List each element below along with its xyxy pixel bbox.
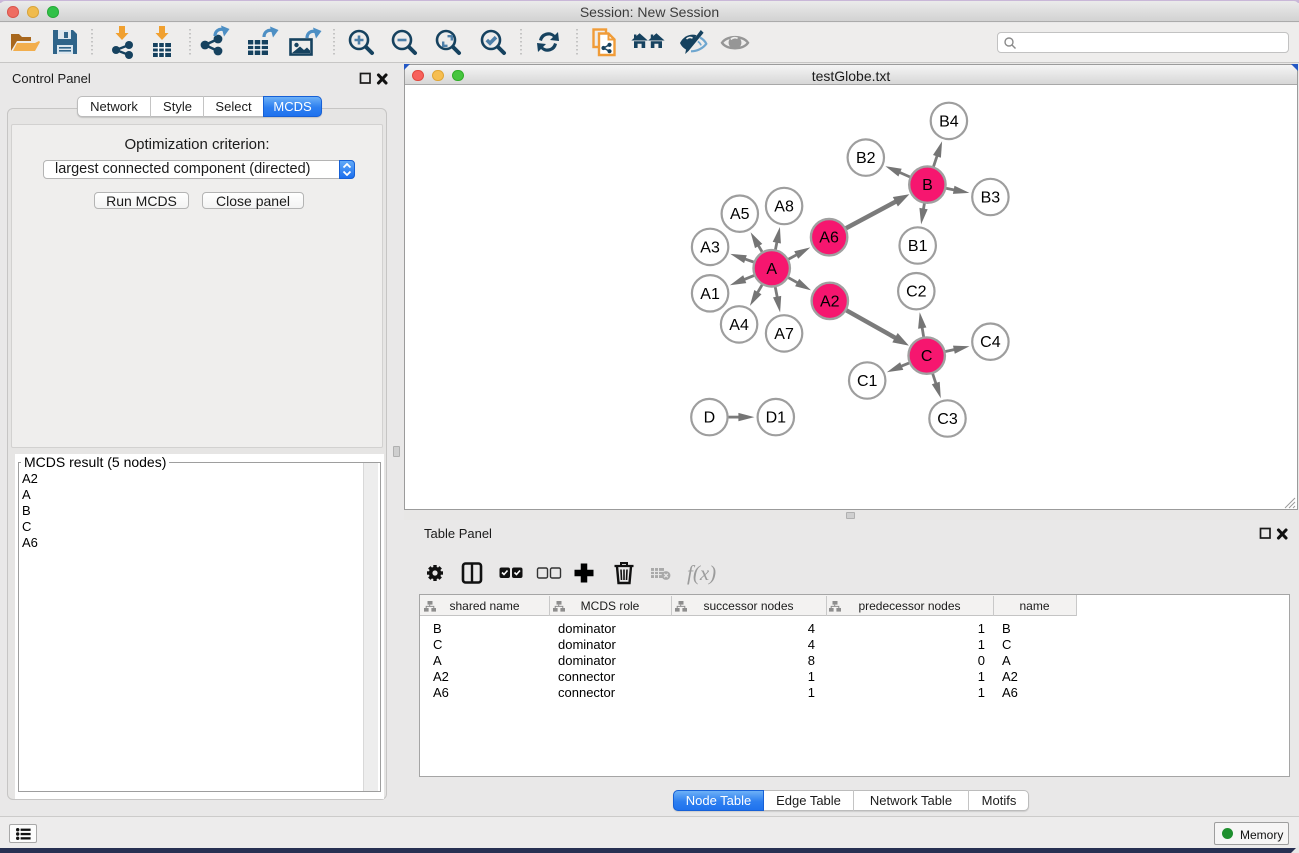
svg-text:B2: B2 xyxy=(856,150,876,167)
svg-text:A6: A6 xyxy=(819,230,839,247)
svg-text:C1: C1 xyxy=(857,373,878,390)
svg-text:f(x): f(x) xyxy=(687,561,716,585)
svg-text:B1: B1 xyxy=(908,238,928,255)
svg-text:A3: A3 xyxy=(700,239,720,256)
svg-text:A7: A7 xyxy=(774,326,794,343)
svg-text:A2: A2 xyxy=(820,293,840,310)
svg-text:C: C xyxy=(921,348,933,365)
svg-text:D1: D1 xyxy=(766,410,787,427)
svg-text:C3: C3 xyxy=(937,411,958,428)
svg-text:A4: A4 xyxy=(729,317,749,334)
svg-text:D: D xyxy=(704,410,716,427)
svg-text:B: B xyxy=(922,177,933,194)
svg-text:A5: A5 xyxy=(730,206,750,223)
svg-text:A1: A1 xyxy=(700,286,720,303)
svg-text:B3: B3 xyxy=(981,190,1001,207)
svg-text:A8: A8 xyxy=(774,199,794,216)
svg-text:C2: C2 xyxy=(906,284,927,301)
svg-text:A: A xyxy=(766,261,777,278)
svg-text:B4: B4 xyxy=(939,113,959,130)
svg-text:C4: C4 xyxy=(980,334,1001,351)
